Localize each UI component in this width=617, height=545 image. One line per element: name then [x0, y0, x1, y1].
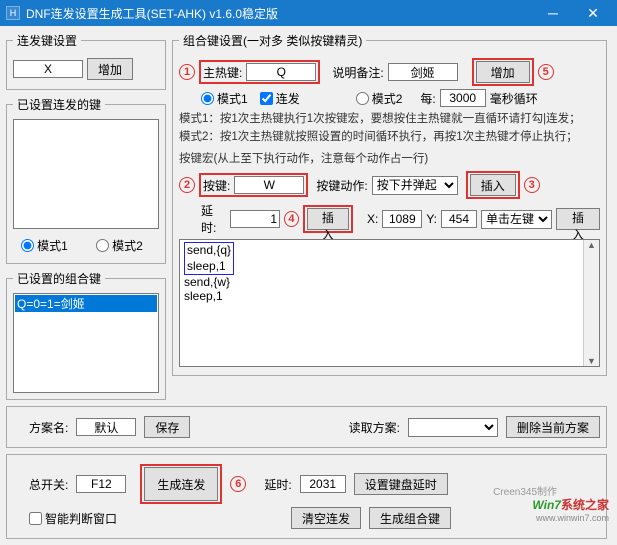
repeat-label: 连发	[276, 90, 300, 107]
combo-list-item[interactable]: Q=0=1=剑姬	[15, 295, 157, 312]
left-mode1-radio[interactable]: 模式1	[21, 237, 68, 254]
repeat-checkbox[interactable]: 连发	[260, 90, 300, 107]
insert-delay-button[interactable]: 插入	[307, 208, 349, 230]
script-textarea[interactable]: send,{q} sleep,1 send,{w} sleep,1 ▲▼	[179, 239, 600, 367]
right-mode2-label: 模式2	[372, 90, 403, 107]
repeat-key-legend: 连发键设置	[13, 32, 81, 49]
set-keys-legend: 已设置连发的键	[13, 96, 105, 113]
combo-settings-legend: 组合键设置(一对多 类似按键精灵)	[179, 32, 366, 49]
right-mode2-radio[interactable]: 模式2	[356, 90, 403, 107]
bottom-delay-input[interactable]	[300, 475, 346, 493]
delay-input[interactable]	[230, 210, 280, 228]
script-line: sleep,1	[184, 289, 595, 303]
smart-window-checkbox[interactable]: 智能判断窗口	[29, 510, 117, 527]
insert-click-button[interactable]: 插入	[556, 208, 600, 230]
master-switch-input[interactable]	[76, 475, 126, 493]
generate-combo-button[interactable]: 生成组合键	[369, 507, 451, 529]
generate-repeat-button[interactable]: 生成连发	[144, 467, 218, 501]
mode1-desc: 模式1：按1次主热键执行1次按键宏，要想按住主热键就一直循环请打勾|连发；	[179, 111, 600, 127]
set-kbdelay-button[interactable]: 设置键盘延时	[354, 473, 448, 495]
title-bar: H DNF连发设置生成工具(SET-AHK) v1.6.0稳定版 ─ ✕	[0, 0, 617, 26]
set-combo-legend: 已设置的组合键	[13, 270, 105, 287]
combo-add-button[interactable]: 增加	[476, 61, 530, 83]
main-hotkey-label: 主热键:	[203, 64, 242, 81]
minimize-button[interactable]: ─	[533, 0, 573, 26]
set-keys-list[interactable]	[13, 119, 159, 229]
scheme-name-label: 方案名:	[29, 419, 68, 436]
every-input[interactable]	[440, 89, 486, 107]
delete-scheme-button[interactable]: 删除当前方案	[506, 416, 600, 438]
set-keys-group: 已设置连发的键 模式1 模式2	[6, 96, 166, 264]
main-hotkey-input[interactable]	[246, 63, 316, 81]
key-label: 按键:	[203, 177, 230, 194]
insert-key-button[interactable]: 插入	[470, 174, 516, 196]
x-label: X:	[367, 212, 378, 226]
watermark-brand2: 系统之家	[561, 498, 609, 512]
watermark: Win7系统之家 www.winwin7.com	[532, 496, 609, 523]
y-label: Y:	[426, 212, 437, 226]
set-combo-group: 已设置的组合键 Q=0=1=剑姬	[6, 270, 166, 400]
mark-6: 6	[230, 476, 246, 492]
master-switch-label: 总开关:	[29, 476, 68, 493]
left-mode1-label: 模式1	[37, 237, 68, 254]
smart-window-label: 智能判断窗口	[45, 510, 117, 527]
note-input[interactable]	[388, 63, 458, 81]
mark-1: 1	[179, 64, 195, 80]
mark-4: 4	[284, 211, 299, 227]
mark-3: 3	[524, 177, 540, 193]
load-scheme-select[interactable]	[408, 418, 498, 437]
key-action-select[interactable]: 按下并弹起	[372, 176, 458, 195]
left-mode2-radio[interactable]: 模式2	[96, 237, 143, 254]
mark-2: 2	[179, 177, 195, 193]
scroll-down-icon[interactable]: ▼	[587, 356, 596, 366]
key-action-label: 按键动作:	[316, 177, 367, 194]
scheme-name-input[interactable]	[76, 418, 136, 436]
window-title: DNF连发设置生成工具(SET-AHK) v1.6.0稳定版	[26, 5, 533, 22]
scrollbar[interactable]: ▲▼	[583, 240, 599, 366]
repeat-key-add-button[interactable]: 增加	[87, 58, 133, 80]
close-button[interactable]: ✕	[573, 0, 613, 26]
every-label: 每:	[420, 90, 435, 107]
right-mode1-label: 模式1	[217, 90, 248, 107]
repeat-key-input[interactable]	[13, 60, 83, 78]
scroll-up-icon[interactable]: ▲	[587, 240, 596, 250]
delay-label: 延时:	[201, 202, 226, 236]
script-line: send,{w}	[184, 275, 595, 289]
combo-settings-group: 组合键设置(一对多 类似按键精灵) 1 主热键: 说明备注: 增加 5 模式1 …	[172, 32, 607, 376]
right-mode1-radio[interactable]: 模式1	[201, 90, 248, 107]
key-input[interactable]	[234, 176, 304, 194]
save-scheme-button[interactable]: 保存	[144, 416, 190, 438]
click-select[interactable]: 单击左键	[481, 210, 552, 229]
watermark-url: www.winwin7.com	[532, 513, 609, 523]
every-unit: 毫秒循环	[490, 90, 538, 107]
left-mode2-label: 模式2	[112, 237, 143, 254]
x-input[interactable]	[382, 210, 422, 228]
scheme-group: 方案名: 保存 读取方案: 删除当前方案	[6, 406, 607, 448]
mode2-desc: 模式2：按1次主热键就按照设置的时间循环执行，再按1次主热键才停止执行；	[179, 129, 600, 145]
y-input[interactable]	[441, 210, 477, 228]
clear-repeat-button[interactable]: 清空连发	[291, 507, 361, 529]
set-combo-list[interactable]: Q=0=1=剑姬	[13, 293, 159, 393]
macro-title: 按键宏(从上至下执行动作，注意每个动作占一行)	[179, 151, 600, 167]
load-scheme-label: 读取方案:	[349, 419, 400, 436]
app-icon: H	[6, 6, 20, 20]
script-line: send,{q}	[187, 243, 231, 259]
note-label: 说明备注:	[332, 64, 383, 81]
watermark-brand1: Win7	[532, 498, 561, 512]
script-line: sleep,1	[187, 259, 231, 275]
mark-5: 5	[538, 64, 554, 80]
repeat-key-group: 连发键设置 增加	[6, 32, 166, 90]
bottom-delay-label: 延时:	[264, 476, 291, 493]
